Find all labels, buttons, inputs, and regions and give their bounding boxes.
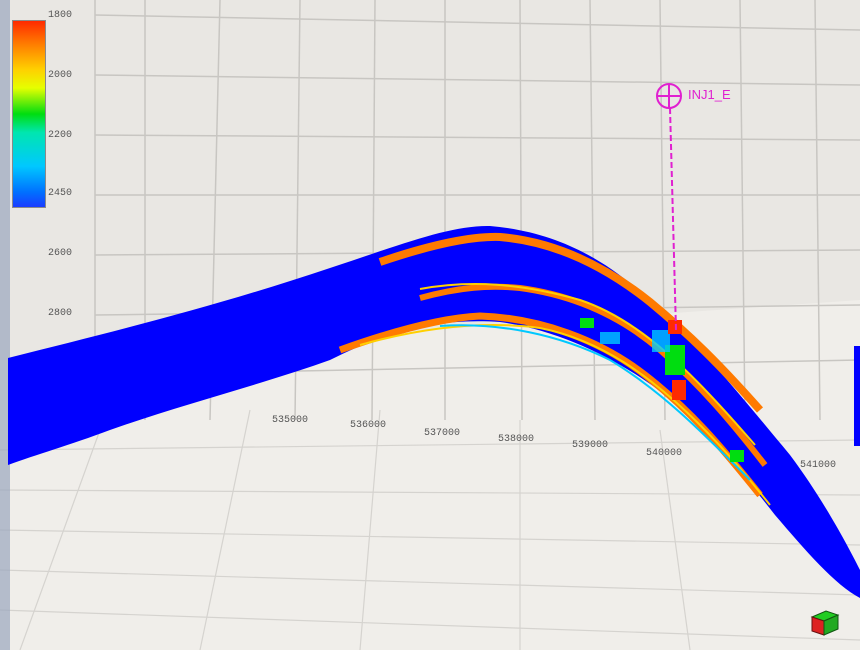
z-tick-2200: 2200 xyxy=(48,130,73,141)
x-tick-536000: 536000 xyxy=(350,420,387,431)
x-tick-537000: 537000 xyxy=(424,428,461,439)
x-tick-540000: 540000 xyxy=(646,448,683,459)
well-target-icon[interactable] xyxy=(656,83,682,109)
z-tick-2800: 2800 xyxy=(48,308,73,319)
orientation-cube-icon[interactable] xyxy=(806,603,842,639)
well-trajectory[interactable] xyxy=(669,107,677,331)
patch-green-b xyxy=(580,318,594,328)
x-tick-538000: 538000 xyxy=(498,434,535,445)
3d-viewport[interactable]: 1800 2000 2200 2450 2600 2800 535000 536… xyxy=(0,0,860,650)
x-tick-535000: 535000 xyxy=(272,415,309,426)
scene-canvas[interactable] xyxy=(0,0,860,650)
patch-cyan xyxy=(652,330,670,352)
x-tick-539000: 539000 xyxy=(572,440,609,451)
z-tick-2000: 2000 xyxy=(48,70,73,81)
x-tick-541000: 541000 xyxy=(800,460,837,471)
z-tick-1800: 1800 xyxy=(48,10,73,21)
colorbar-legend xyxy=(12,20,46,208)
well-label[interactable]: INJ1_E xyxy=(688,87,731,102)
panel-edge-tab[interactable] xyxy=(854,346,860,446)
patch-green-c xyxy=(730,450,744,462)
z-tick-2600: 2600 xyxy=(48,248,73,259)
left-edge-shade xyxy=(0,0,10,650)
patch-red-low xyxy=(672,380,686,400)
z-tick-2450: 2450 xyxy=(48,188,73,199)
patch-cyan-b xyxy=(600,332,620,344)
